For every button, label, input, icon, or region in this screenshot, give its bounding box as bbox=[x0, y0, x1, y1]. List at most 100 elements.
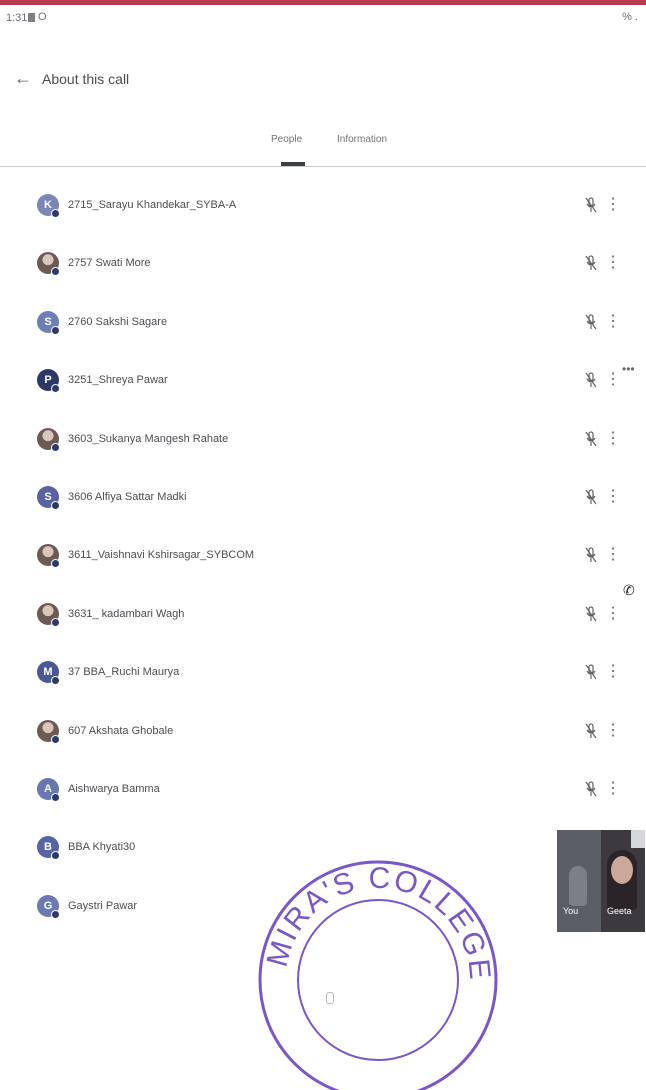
more-options-icon[interactable]: ⋮ bbox=[605, 544, 621, 566]
more-options-icon[interactable]: ⋮ bbox=[605, 661, 621, 683]
mic-off-icon bbox=[584, 371, 598, 389]
participant-avatar: A bbox=[37, 777, 60, 802]
participant-name: 3603_Sukanya Mangesh Rahate bbox=[68, 432, 229, 445]
participant-row[interactable]: A Aishwarya Bamma ⋮ bbox=[0, 766, 646, 824]
back-arrow-icon[interactable]: ← bbox=[10, 65, 36, 91]
participant-name: 2757 Swati More bbox=[68, 257, 151, 270]
avatar-status-dot bbox=[51, 617, 60, 627]
mic-off-icon bbox=[584, 196, 598, 214]
self-tile-label: You bbox=[563, 906, 579, 916]
mic-off-icon bbox=[584, 605, 598, 623]
page-title: About this call bbox=[42, 71, 130, 87]
avatar-initial: K bbox=[44, 199, 52, 211]
participant-face bbox=[611, 856, 633, 884]
more-options-icon[interactable]: ⋮ bbox=[605, 486, 621, 508]
participant-name: 2760 Sakshi Sagare bbox=[68, 315, 168, 328]
participant-row[interactable]: K 2715_Sarayu Khandekar_SYBA-A ⋮ bbox=[0, 182, 646, 240]
avatar-status-dot bbox=[51, 384, 60, 394]
status-indicator: O bbox=[38, 11, 47, 23]
tile-background bbox=[631, 830, 645, 848]
more-options-icon[interactable]: ⋮ bbox=[605, 720, 621, 742]
mic-off-icon bbox=[584, 313, 598, 331]
self-video-tile[interactable] bbox=[557, 830, 601, 932]
mic-off-icon bbox=[584, 722, 598, 740]
self-silhouette bbox=[569, 866, 587, 906]
participant-avatar bbox=[37, 252, 60, 277]
participant-avatar bbox=[37, 719, 60, 744]
video-tiles[interactable]: You Geeta bbox=[557, 830, 645, 932]
more-options-icon[interactable]: ⋮ bbox=[605, 778, 621, 800]
participant-name: BBA Khyati30 bbox=[68, 841, 136, 854]
mic-off-icon bbox=[584, 430, 598, 448]
participant-name: Aishwarya Bamma bbox=[68, 782, 160, 795]
status-bar: 1:31 O % . bbox=[0, 5, 646, 31]
notification-icon bbox=[28, 13, 35, 22]
participant-row[interactable]: 3611_Vaishnavi Kshirsagar_SYBCOM ⋮ bbox=[0, 532, 646, 590]
participant-name: 3631_ kadambari Wagh bbox=[68, 607, 185, 620]
more-options-icon[interactable]: ⋮ bbox=[605, 194, 621, 216]
participant-avatar bbox=[37, 427, 60, 452]
overflow-icon: ••• bbox=[622, 362, 635, 376]
more-options-icon[interactable]: ⋮ bbox=[605, 603, 621, 625]
avatar-status-dot bbox=[51, 442, 60, 452]
participant-avatar: G bbox=[37, 894, 60, 919]
avatar-initial: A bbox=[44, 782, 52, 795]
tab-people[interactable]: People bbox=[271, 134, 302, 145]
avatar-initial: B bbox=[44, 841, 52, 854]
participant-row[interactable]: 607 Akshata Ghobale ⋮ bbox=[0, 708, 646, 766]
avatar-status-dot bbox=[51, 267, 60, 277]
participant-row[interactable]: 2757 Swati More ⋮ bbox=[0, 240, 646, 298]
participant-row[interactable]: 3603_Sukanya Mangesh Rahate ⋮ bbox=[0, 416, 646, 474]
tab-information[interactable]: Information bbox=[337, 134, 387, 145]
tab-bar: People Information bbox=[0, 124, 646, 167]
avatar-initial: P bbox=[44, 374, 52, 387]
more-options-icon[interactable]: ⋮ bbox=[605, 369, 621, 391]
mic-off-icon bbox=[584, 663, 598, 681]
participant-name: 607 Akshata Ghobale bbox=[68, 724, 174, 737]
mic-off-icon bbox=[584, 546, 598, 564]
participant-name: 37 BBA_Ruchi Maurya bbox=[68, 666, 180, 679]
app-header: ← About this call bbox=[0, 55, 646, 99]
battery-signal-icons: % . bbox=[622, 11, 638, 23]
participant-row[interactable]: S 3606 Alfiya Sattar Madki ⋮ bbox=[0, 474, 646, 532]
phone-icon: ✆ bbox=[623, 582, 635, 598]
participant-row[interactable]: M 37 BBA_Ruchi Maurya ⋮ bbox=[0, 649, 646, 707]
participant-name: 3251_Shreya Pawar bbox=[68, 374, 168, 387]
participant-avatar bbox=[37, 544, 60, 569]
participant-avatar: B bbox=[37, 836, 60, 861]
avatar-status-dot bbox=[51, 734, 60, 744]
participant-avatar: P bbox=[37, 369, 60, 394]
avatar-status-dot bbox=[51, 500, 60, 510]
avatar-status-dot bbox=[51, 909, 60, 919]
participant-avatar: S bbox=[37, 310, 60, 335]
participant-name: 3606 Alfiya Sattar Madki bbox=[68, 490, 187, 503]
participant-avatar: M bbox=[37, 661, 60, 686]
avatar-initial: S bbox=[44, 490, 52, 503]
participant-row[interactable]: P 3251_Shreya Pawar ⋮ bbox=[0, 357, 646, 415]
participant-avatar bbox=[37, 602, 60, 627]
home-indicator[interactable] bbox=[326, 992, 334, 1004]
participant-avatar: K bbox=[37, 194, 60, 218]
avatar-status-dot bbox=[51, 209, 60, 218]
participant-name: 3611_Vaishnavi Kshirsagar_SYBCOM bbox=[68, 549, 255, 562]
avatar-status-dot bbox=[51, 559, 60, 569]
participant-row[interactable]: 3631_ kadambari Wagh ⋮ bbox=[0, 591, 646, 649]
status-time: 1:31 bbox=[6, 12, 28, 24]
more-options-icon[interactable]: ⋮ bbox=[605, 311, 621, 333]
participant-name: 2715_Sarayu Khandekar_SYBA-A bbox=[68, 199, 237, 211]
more-options-icon[interactable]: ⋮ bbox=[605, 252, 621, 274]
participant-name: Gaystri Pawar bbox=[68, 899, 138, 912]
mic-off-icon bbox=[584, 254, 598, 272]
more-options-icon[interactable]: ⋮ bbox=[605, 428, 621, 450]
avatar-status-dot bbox=[51, 676, 60, 686]
other-tile-label: Geeta bbox=[607, 906, 632, 916]
avatar-status-dot bbox=[51, 325, 60, 335]
avatar-initial: G bbox=[43, 899, 53, 912]
participant-video-tile[interactable] bbox=[601, 830, 645, 932]
avatar-initial: M bbox=[43, 666, 53, 679]
participant-row[interactable]: S 2760 Sakshi Sagare ⋮ bbox=[0, 299, 646, 357]
active-tab-indicator bbox=[281, 162, 305, 166]
mic-off-icon bbox=[584, 488, 598, 506]
participant-list: K 2715_Sarayu Khandekar_SYBA-A ⋮ 2757 Swati… bbox=[0, 182, 646, 941]
avatar-status-dot bbox=[51, 792, 60, 802]
